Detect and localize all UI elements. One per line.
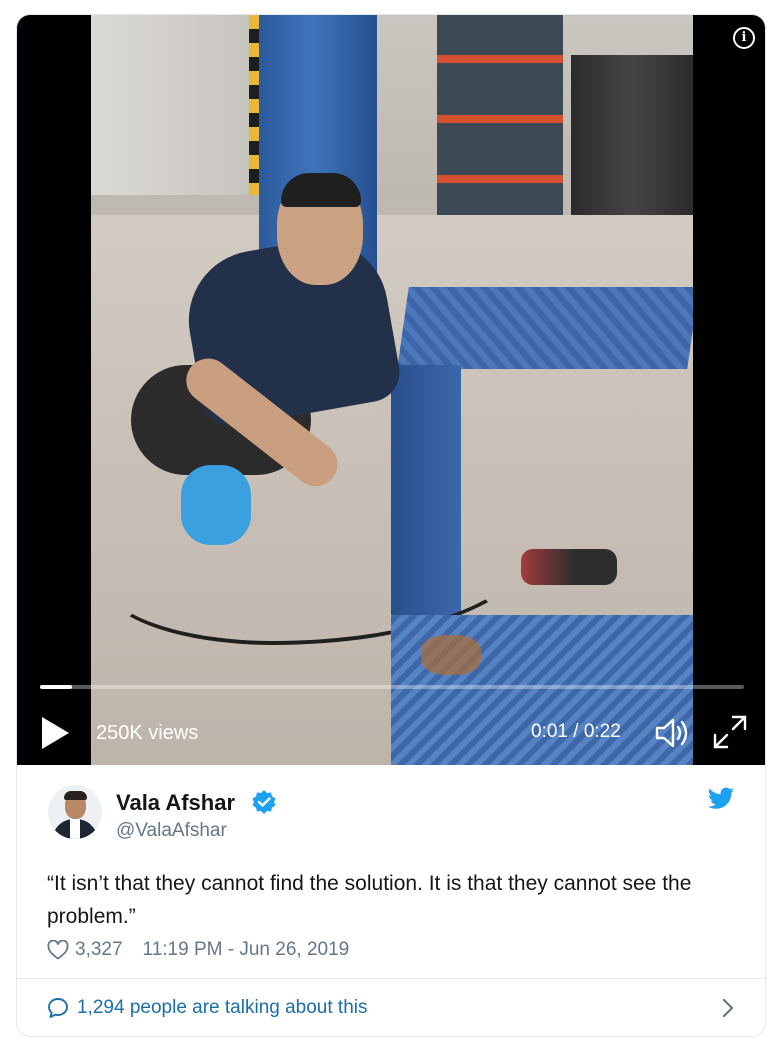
fullscreen-icon[interactable] bbox=[711, 713, 749, 751]
twitter-bird-icon[interactable] bbox=[707, 787, 735, 811]
tweet-author[interactable]: Vala Afshar @ValaAfshar bbox=[17, 765, 765, 865]
heart-icon[interactable] bbox=[47, 940, 69, 960]
progress-fill bbox=[40, 685, 72, 689]
video-frame[interactable] bbox=[91, 15, 693, 765]
video-time: 0:01 / 0:22 bbox=[531, 721, 621, 742]
view-count: 250K views bbox=[96, 722, 199, 744]
verified-icon bbox=[252, 790, 276, 814]
progress-bar[interactable] bbox=[40, 685, 744, 689]
play-icon[interactable] bbox=[39, 715, 71, 751]
chevron-right-icon[interactable] bbox=[721, 998, 735, 1018]
volume-icon[interactable] bbox=[653, 715, 693, 751]
like-count[interactable]: 3,327 bbox=[75, 939, 123, 961]
tweet-meta: 3,327 11:19 PM - Jun 26, 2019 bbox=[47, 935, 349, 965]
tweet-timestamp[interactable]: 11:19 PM - Jun 26, 2019 bbox=[143, 939, 350, 961]
divider bbox=[17, 978, 765, 979]
author-handle[interactable]: @ValaAfshar bbox=[116, 820, 227, 842]
comment-icon bbox=[48, 998, 68, 1018]
info-icon[interactable]: i bbox=[733, 27, 755, 49]
talking-about-link[interactable]: 1,294 people are talking about this bbox=[47, 990, 737, 1026]
video-player[interactable]: i 250K views 0:01 / 0:22 bbox=[17, 15, 765, 765]
author-name[interactable]: Vala Afshar bbox=[116, 790, 235, 816]
avatar[interactable] bbox=[48, 785, 102, 839]
tweet-card: i 250K views 0:01 / 0:22 Vala Afshar @Va… bbox=[16, 14, 766, 1037]
tweet-text: “It isn’t that they cannot find the solu… bbox=[47, 872, 692, 928]
talking-about-text[interactable]: 1,294 people are talking about this bbox=[77, 997, 368, 1019]
